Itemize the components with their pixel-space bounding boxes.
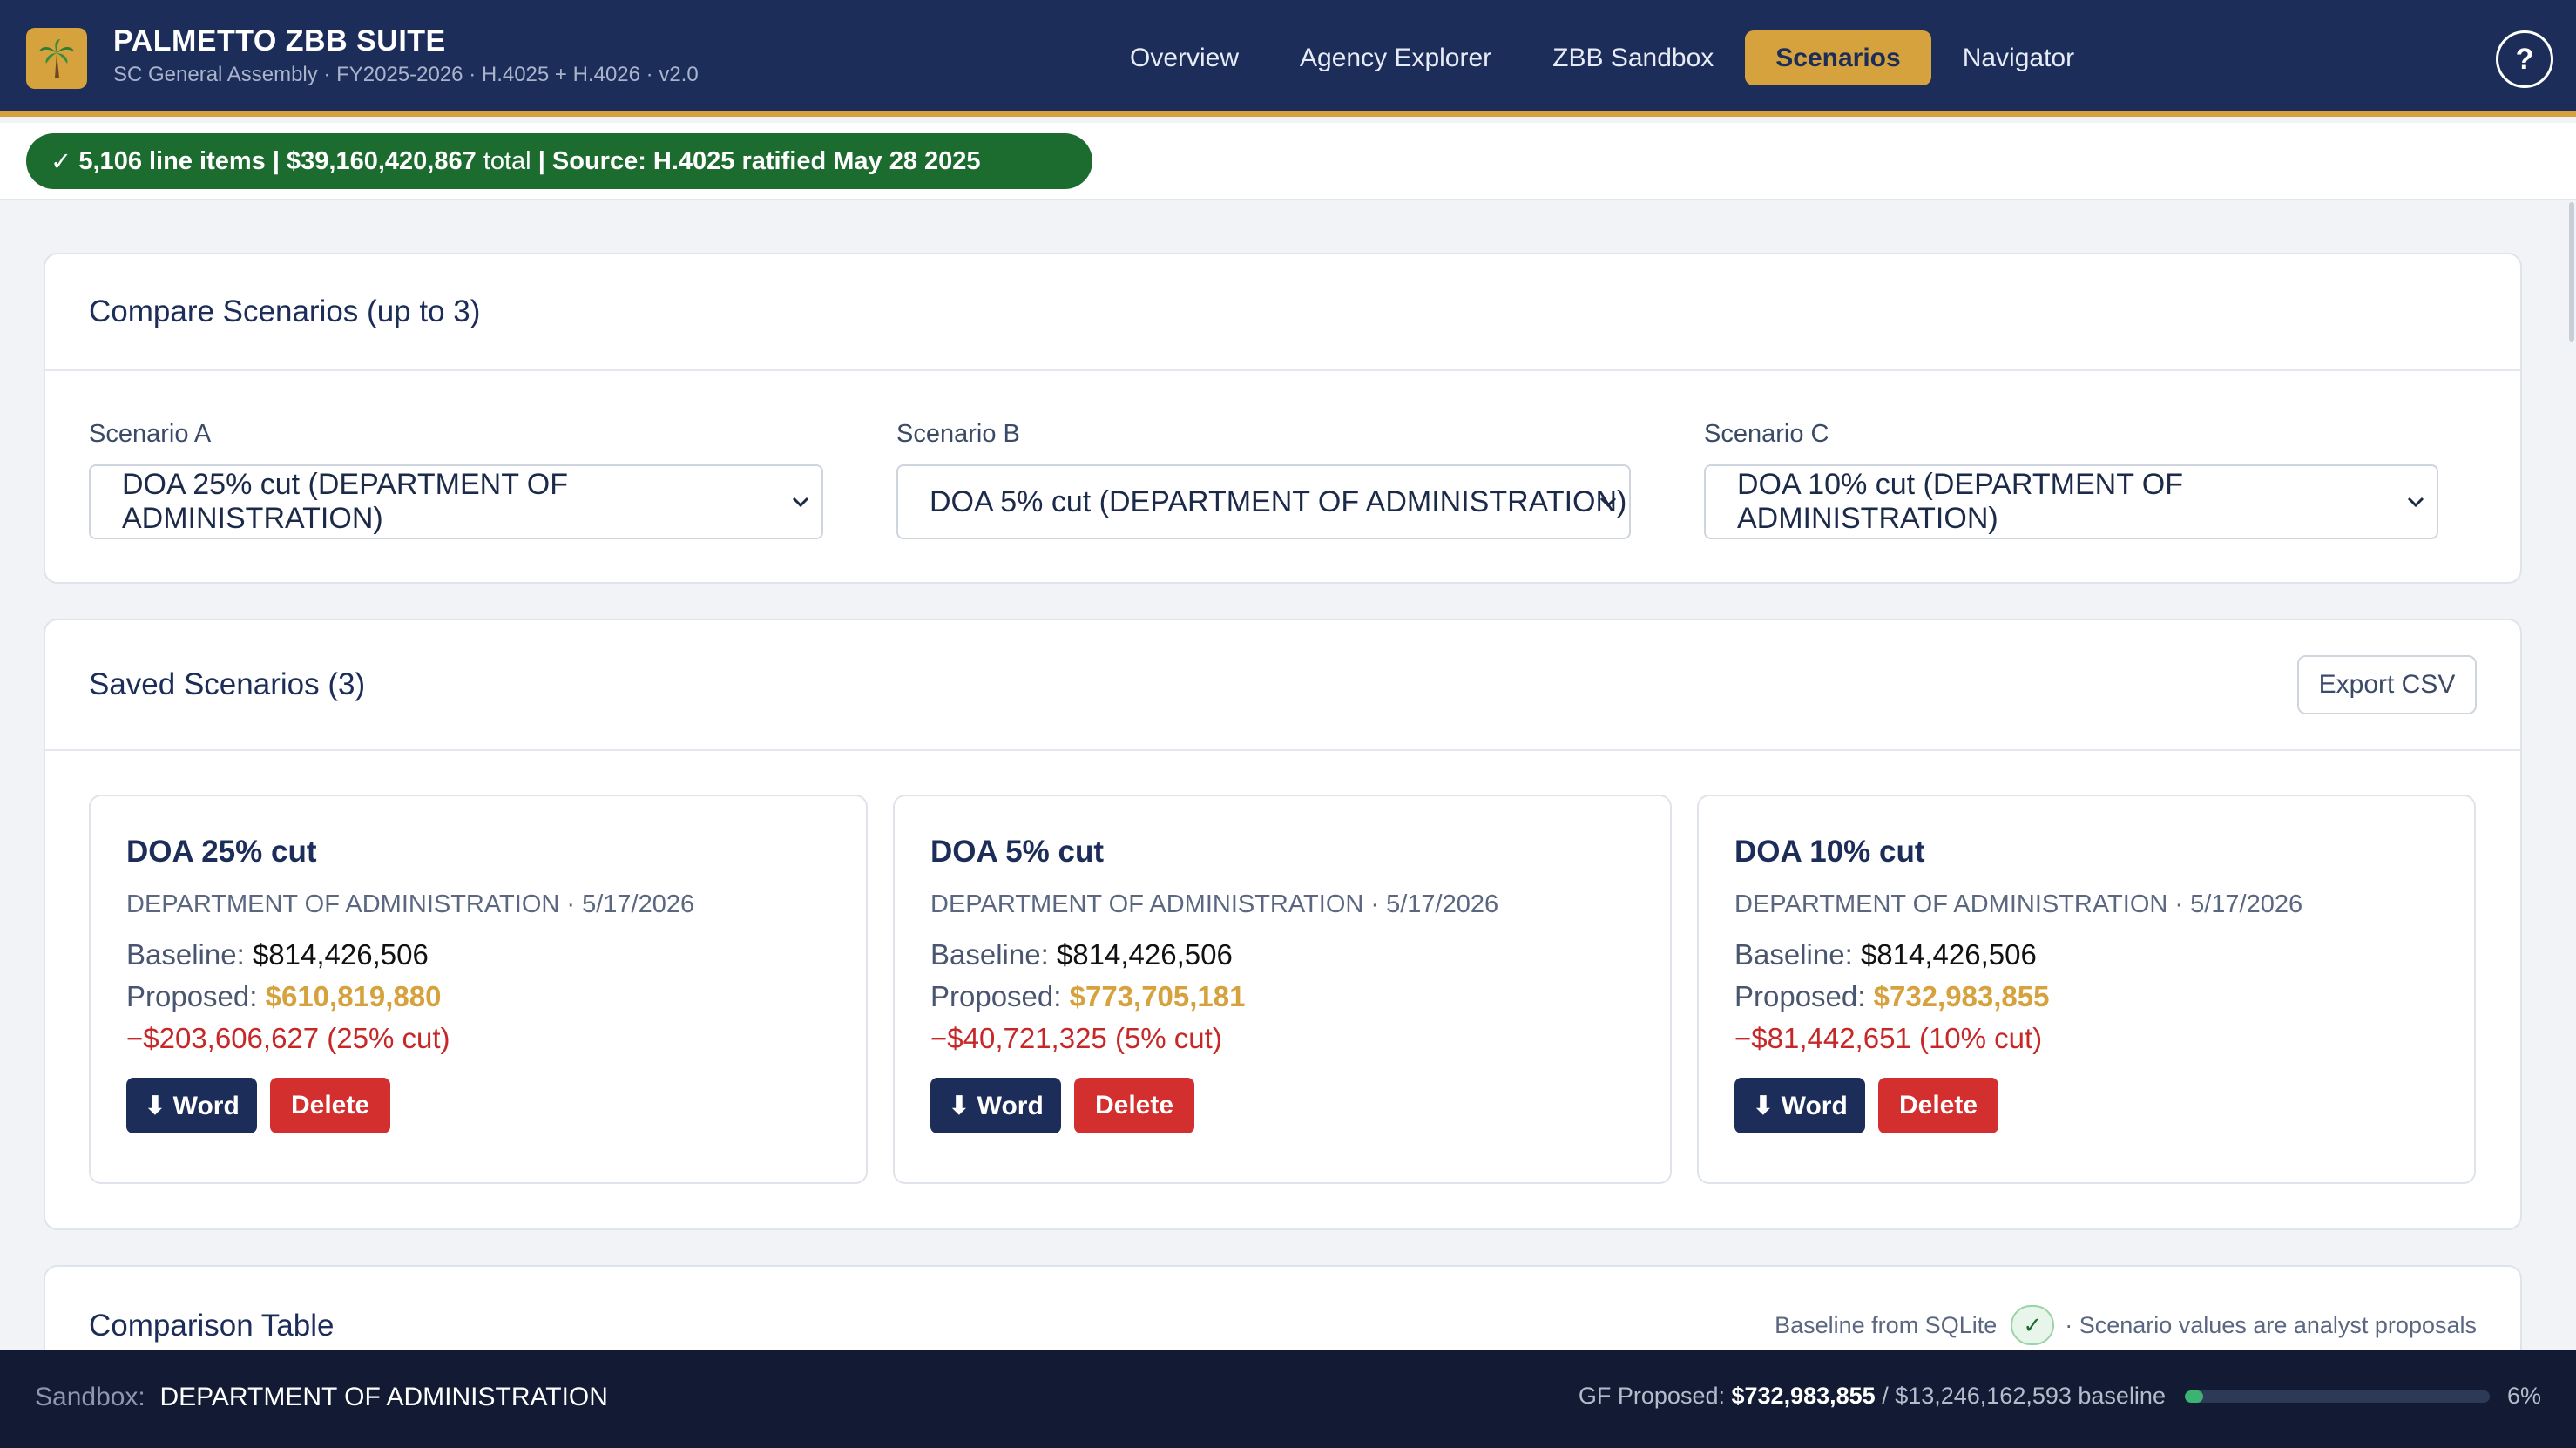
gf-label: GF Proposed: <box>1578 1383 1725 1409</box>
baseline-value: $814,426,506 <box>252 938 429 971</box>
tab-zbb-sandbox[interactable]: ZBB Sandbox <box>1522 30 1744 85</box>
proposed-row: Proposed: $732,983,855 <box>1734 980 2474 1013</box>
scenario-actions: ⬇ Word Delete <box>126 1078 866 1133</box>
gf-progress-bar <box>2184 1390 2490 1403</box>
cut-amount: −$203,606,627 (25% cut) <box>126 1022 450 1054</box>
cut-amount: −$81,442,651 (10% cut) <box>1734 1022 2043 1054</box>
scenario-a-select[interactable]: DOA 25% cut (DEPARTMENT OF ADMINISTRATIO… <box>89 464 823 539</box>
check-icon: ✓ <box>51 147 72 176</box>
analyst-note-text: · Scenario values are analyst proposals <box>2065 1311 2477 1338</box>
chevron-down-icon <box>792 497 809 508</box>
sandbox-agency: DEPARTMENT OF ADMINISTRATION <box>159 1383 608 1411</box>
proposed-row: Proposed: $773,705,181 <box>930 980 1670 1013</box>
scenario-c-group: Scenario C DOA 10% cut (DEPARTMENT OF AD… <box>1704 420 2438 539</box>
scenario-b-select[interactable]: DOA 5% cut (DEPARTMENT OF ADMINISTRATION… <box>896 464 1631 539</box>
baseline-row: Baseline: $814,426,506 <box>1734 938 2474 971</box>
status-strip: ✓ 5,106 line items | $39,160,420,867 tot… <box>0 123 2576 200</box>
scenario-b-group: Scenario B DOA 5% cut (DEPARTMENT OF ADM… <box>896 420 1631 539</box>
app-title: PALMETTO ZBB SUITE <box>113 24 446 58</box>
download-word-button[interactable]: ⬇ Word <box>930 1078 1061 1133</box>
check-icon: ✓ <box>2011 1305 2055 1345</box>
gf-baseline: / $13,246,162,593 baseline <box>1882 1383 2166 1409</box>
page-scrollbar[interactable] <box>2569 202 2574 342</box>
palm-tree-icon <box>26 28 87 89</box>
saved-title: Saved Scenarios (3) <box>45 620 2520 751</box>
gf-progress-fill <box>2184 1390 2203 1403</box>
delete-button[interactable]: Delete <box>270 1078 390 1133</box>
scenario-meta: DEPARTMENT OF ADMINISTRATION · 5/17/2026 <box>930 890 1499 918</box>
tab-navigator[interactable]: Navigator <box>1932 30 2105 85</box>
sandbox-label: Sandbox: <box>35 1383 145 1411</box>
top-navbar: PALMETTO ZBB SUITE SC General Assembly ·… <box>0 0 2576 117</box>
comparison-title: Comparison Table <box>89 1309 335 1343</box>
baseline-label: Baseline: <box>930 938 1049 971</box>
cut-amount: −$40,721,325 (5% cut) <box>930 1022 1222 1054</box>
scenario-c-select[interactable]: DOA 10% cut (DEPARTMENT OF ADMINISTRATIO… <box>1704 464 2438 539</box>
baseline-source-text: Baseline from SQLite <box>1775 1311 1998 1338</box>
scenario-a-value: DOA 25% cut (DEPARTMENT OF ADMINISTRATIO… <box>122 468 569 535</box>
saved-scenarios-card: Saved Scenarios (3) Export CSV DOA 25% c… <box>44 619 2522 1230</box>
sandbox-footer: Sandbox: DEPARTMENT OF ADMINISTRATION GF… <box>0 1350 2576 1448</box>
proposed-label: Proposed: <box>126 980 258 1012</box>
proposed-value: $732,983,855 <box>1873 980 2050 1012</box>
baseline-value: $814,426,506 <box>1860 938 2037 971</box>
separator: | <box>538 146 545 175</box>
scenario-card: DOA 10% cut DEPARTMENT OF ADMINISTRATION… <box>1697 795 2476 1184</box>
scenario-c-value: DOA 10% cut (DEPARTMENT OF ADMINISTRATIO… <box>1737 468 2184 535</box>
baseline-label: Baseline: <box>1734 938 1853 971</box>
scenario-name: DOA 10% cut <box>1734 835 1925 869</box>
separator: | <box>272 146 280 175</box>
download-word-button[interactable]: ⬇ Word <box>126 1078 257 1133</box>
help-icon[interactable]: ? <box>2496 30 2553 88</box>
scenario-meta: DEPARTMENT OF ADMINISTRATION · 5/17/2026 <box>1734 890 2303 918</box>
scenario-c-label: Scenario C <box>1704 420 1829 448</box>
scenario-meta: DEPARTMENT OF ADMINISTRATION · 5/17/2026 <box>126 890 695 918</box>
comparison-note: Baseline from SQLite ✓ · Scenario values… <box>1775 1305 2477 1345</box>
baseline-value: $814,426,506 <box>1056 938 1233 971</box>
sandbox-status: Sandbox: DEPARTMENT OF ADMINISTRATION <box>35 1383 608 1412</box>
app-subtitle: SC General Assembly · FY2025-2026 · H.40… <box>113 63 699 86</box>
line-item-count: 5,106 line items <box>78 146 266 175</box>
compare-scenarios-card: Compare Scenarios (up to 3) Scenario A D… <box>44 253 2522 584</box>
chevron-down-icon <box>1599 497 1617 508</box>
baseline-row: Baseline: $814,426,506 <box>930 938 1670 971</box>
gf-progress-percent: 6% <box>2506 1383 2541 1409</box>
scenario-a-label: Scenario A <box>89 420 212 448</box>
proposed-value: $610,819,880 <box>265 980 442 1012</box>
scenario-actions: ⬇ Word Delete <box>1734 1078 2474 1133</box>
scenario-actions: ⬇ Word Delete <box>930 1078 1670 1133</box>
scenario-card: DOA 25% cut DEPARTMENT OF ADMINISTRATION… <box>89 795 868 1184</box>
export-csv-button[interactable]: Export CSV <box>2297 655 2477 714</box>
proposed-label: Proposed: <box>930 980 1062 1012</box>
scenario-b-value: DOA 5% cut (DEPARTMENT OF ADMINISTRATION… <box>930 484 1627 518</box>
delete-button[interactable]: Delete <box>1074 1078 1194 1133</box>
scenario-b-label: Scenario B <box>896 420 1020 448</box>
total-label: total <box>483 146 531 175</box>
data-source-badge: ✓ 5,106 line items | $39,160,420,867 tot… <box>26 133 1092 189</box>
scenario-a-group: Scenario A DOA 25% cut (DEPARTMENT OF AD… <box>89 420 823 539</box>
total-amount: $39,160,420,867 <box>287 146 477 175</box>
baseline-label: Baseline: <box>126 938 245 971</box>
tab-scenarios[interactable]: Scenarios <box>1745 30 1931 85</box>
chevron-down-icon <box>2407 497 2424 508</box>
tab-overview[interactable]: Overview <box>1099 30 1269 85</box>
scenario-card: DOA 5% cut DEPARTMENT OF ADMINISTRATION … <box>893 795 1672 1184</box>
baseline-row: Baseline: $814,426,506 <box>126 938 866 971</box>
scenario-name: DOA 5% cut <box>930 835 1105 869</box>
scenario-name: DOA 25% cut <box>126 835 317 869</box>
tab-agency-explorer[interactable]: Agency Explorer <box>1269 30 1522 85</box>
gf-proposed-value: $732,983,855 <box>1731 1383 1876 1409</box>
delete-button[interactable]: Delete <box>1878 1078 1998 1133</box>
proposed-label: Proposed: <box>1734 980 1866 1012</box>
main-nav: Overview Agency Explorer ZBB Sandbox Sce… <box>1099 30 2105 85</box>
source-text: Source: H.4025 ratified May 28 2025 <box>551 146 981 175</box>
proposed-row: Proposed: $610,819,880 <box>126 980 866 1013</box>
proposed-value: $773,705,181 <box>1069 980 1246 1012</box>
gf-summary: GF Proposed: $732,983,855 / $13,246,162,… <box>1579 1383 2541 1410</box>
download-word-button[interactable]: ⬇ Word <box>1734 1078 1865 1133</box>
compare-title: Compare Scenarios (up to 3) <box>45 254 2520 371</box>
